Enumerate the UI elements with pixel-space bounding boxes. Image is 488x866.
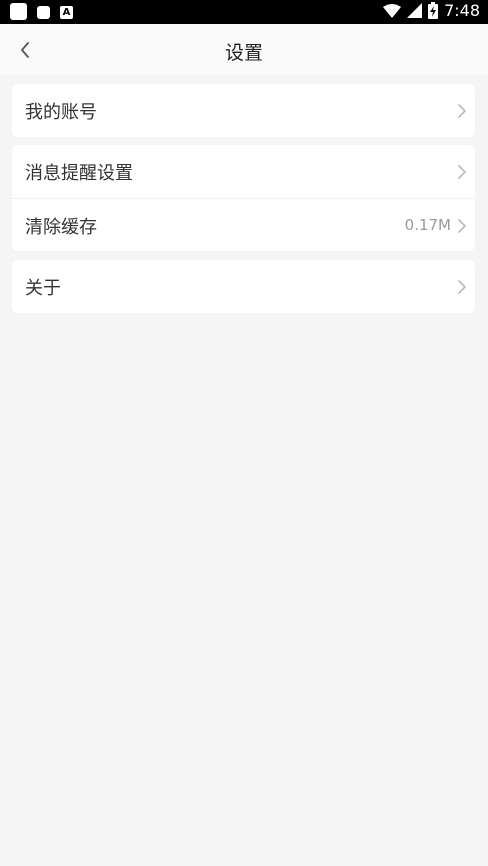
app-bar: 设置 (0, 24, 488, 75)
status-time: 7:48 (444, 1, 480, 20)
app-square-icon (10, 3, 27, 20)
page-title: 设置 (224, 42, 263, 64)
chevron-right-icon (458, 280, 466, 294)
chevron-right-icon (458, 219, 466, 233)
chevron-right-icon (458, 104, 466, 118)
signal-icon (407, 3, 423, 18)
cache-size-value: 0.17M (404, 216, 451, 234)
font-a-icon: A (60, 6, 73, 19)
wifi-icon (383, 3, 402, 18)
message-icon (37, 6, 50, 19)
settings-card-account: 我的账号 (12, 84, 475, 137)
settings-item-label: 消息提醒设置 (25, 163, 133, 184)
settings-item-label: 关于 (25, 278, 61, 299)
settings-card-about: 关于 (12, 260, 475, 313)
settings-item-clear-cache[interactable]: 清除缓存 0.17M (12, 198, 475, 251)
status-bar: A 7:48 (0, 0, 488, 24)
settings-card-general: 消息提醒设置 清除缓存 0.17M (12, 145, 475, 251)
settings-item-my-account[interactable]: 我的账号 (12, 84, 475, 137)
battery-charging-icon (428, 2, 439, 19)
settings-item-notifications[interactable]: 消息提醒设置 (12, 145, 475, 198)
settings-item-about[interactable]: 关于 (12, 260, 475, 313)
settings-item-label: 清除缓存 (25, 217, 97, 238)
settings-item-label: 我的账号 (25, 102, 97, 123)
chevron-right-icon (458, 165, 466, 179)
